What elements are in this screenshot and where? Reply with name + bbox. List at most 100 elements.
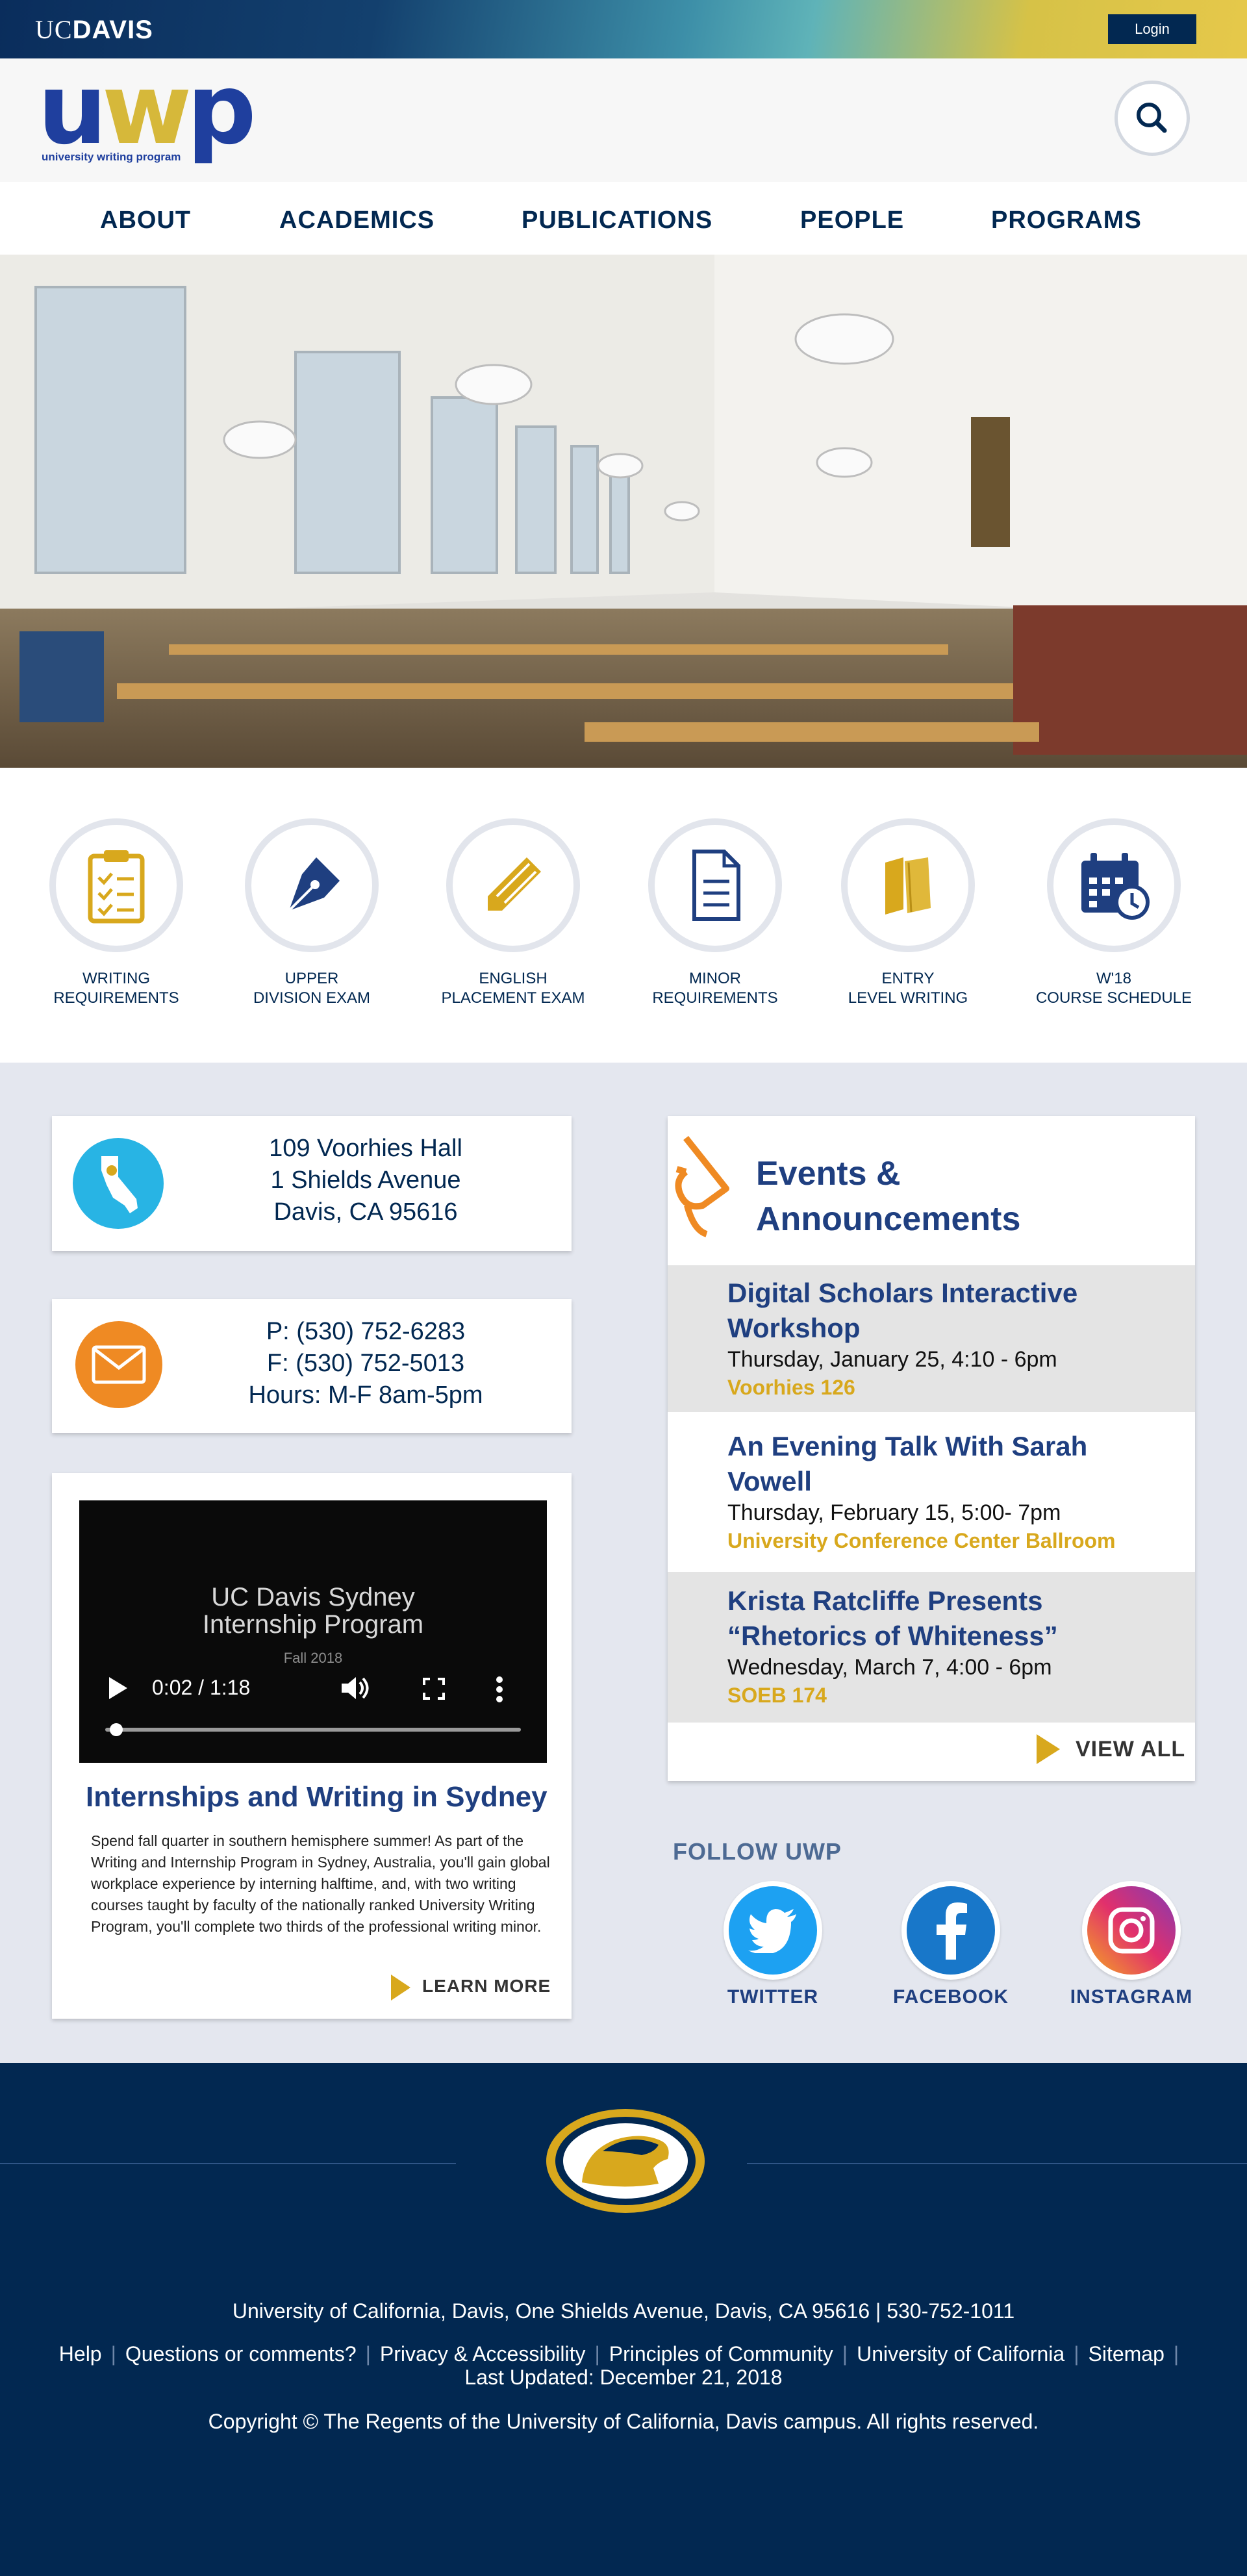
nav-item-publications[interactable]: PUBLICATIONS bbox=[522, 207, 712, 234]
clipboard-checklist-icon bbox=[88, 850, 145, 924]
footer-divider-right bbox=[747, 2163, 1247, 2164]
office-hours: Hours: M-F 8am-5pm bbox=[248, 1382, 483, 1409]
megaphone-icon bbox=[675, 1135, 729, 1237]
quick-link-label: MINOR REQUIREMENTS bbox=[652, 970, 778, 1007]
social-label: INSTAGRAM bbox=[1070, 1986, 1193, 2008]
quick-link-writing-requirements[interactable]: WRITING REQUIREMENTS bbox=[32, 818, 201, 1008]
search-button[interactable] bbox=[1115, 81, 1190, 156]
search-icon bbox=[1137, 103, 1167, 133]
phone-card: P: (530) 752-6283 F: (530) 752-5013 Hour… bbox=[52, 1299, 572, 1433]
events-card: Events & Announcements Digital Scholars … bbox=[668, 1116, 1195, 1781]
quick-link-upper-division-exam[interactable]: UPPER DIVISION EXAM bbox=[227, 818, 396, 1008]
event-item[interactable]: Krista Ratcliffe Presents “Rhetorics of … bbox=[668, 1572, 1195, 1723]
video-progress-handle[interactable] bbox=[109, 1723, 123, 1736]
footer-address: University of California, Davis, One Shi… bbox=[232, 2299, 1015, 2323]
arrow-right-icon[interactable] bbox=[1035, 1733, 1061, 1765]
footer-link-sitemap[interactable]: Sitemap bbox=[1089, 2342, 1165, 2366]
event-date: Thursday, February 15, 5:00- 7pm bbox=[727, 1500, 1061, 1525]
social-label: FACEBOOK bbox=[892, 1986, 1009, 2008]
arrow-right-icon[interactable] bbox=[390, 1973, 412, 2002]
logo-davis-text: DAVIS bbox=[72, 16, 153, 44]
volume-icon[interactable] bbox=[339, 1674, 372, 1702]
footer-last-updated: Last Updated: December 21, 2018 bbox=[464, 2366, 783, 2389]
address-line-3: Davis, CA 95616 bbox=[273, 1198, 458, 1226]
event-location: University Conference Center Ballroom bbox=[727, 1529, 1116, 1552]
uwp-logo[interactable]: uwp university writing program bbox=[38, 61, 257, 165]
video-subtitle: Fall 2018 bbox=[283, 1650, 343, 1666]
facebook-icon bbox=[937, 1902, 967, 1960]
footer-copyright: Copyright © The Regents of the Universit… bbox=[208, 2410, 1039, 2433]
quick-link-label: ENGLISH PLACEMENT EXAM bbox=[441, 970, 585, 1007]
footer-links: Help | Questions or comments? | Privacy & Ac… bbox=[58, 2342, 1179, 2366]
quick-link-minor-requirements[interactable]: MINOR REQUIREMENTS bbox=[631, 818, 800, 1008]
more-options-icon[interactable] bbox=[495, 1676, 504, 1703]
quick-link-course-schedule[interactable]: W'18 COURSE SCHEDULE bbox=[1029, 818, 1198, 1008]
fax-number: F: (530) 752-5013 bbox=[266, 1350, 465, 1377]
calendar-clock-icon bbox=[1081, 853, 1150, 920]
feature-body: Spend fall quarter in southern hemispher… bbox=[91, 1832, 550, 1935]
event-date: Wednesday, March 7, 4:00 - 6pm bbox=[727, 1655, 1052, 1680]
fullscreen-icon[interactable] bbox=[422, 1677, 446, 1700]
logo-letter-u: u bbox=[38, 53, 107, 166]
envelope-icon bbox=[75, 1321, 162, 1408]
site-branding: uwp university writing program bbox=[0, 58, 1247, 182]
quick-link-label: ENTRY LEVEL WRITING bbox=[848, 970, 968, 1007]
video-title: UC Davis Sydney Internship Program bbox=[202, 1583, 424, 1639]
feature-title[interactable]: Internships and Writing in Sydney bbox=[86, 1781, 548, 1813]
footer-link-principles[interactable]: Principles of Community bbox=[609, 2342, 833, 2366]
address-card: 109 Voorhies Hall 1 Shields Avenue Davis… bbox=[52, 1116, 572, 1251]
footer-divider-left bbox=[0, 2163, 456, 2164]
nav-item-programs[interactable]: PROGRAMS bbox=[991, 207, 1142, 234]
main-navigation: ABOUT ACADEMICS PUBLICATIONS PEOPLE PROG… bbox=[0, 182, 1247, 255]
twitter-icon bbox=[748, 1909, 796, 1953]
pencil-icon bbox=[488, 857, 541, 911]
quick-link-label: W'18 COURSE SCHEDULE bbox=[1035, 970, 1192, 1007]
event-title[interactable]: Digital Scholars Interactive Workshop bbox=[727, 1276, 1169, 1346]
quick-link-entry-level-writing[interactable]: ENTRY LEVEL WRITING bbox=[824, 818, 992, 1008]
nav-item-academics[interactable]: ACADEMICS bbox=[279, 207, 435, 234]
aggie-horse-logo[interactable] bbox=[544, 2106, 707, 2216]
footer-link-help[interactable]: Help bbox=[59, 2342, 102, 2366]
follow-heading: FOLLOW UWP bbox=[673, 1838, 842, 1865]
fountain-pen-icon bbox=[288, 857, 340, 912]
instagram-link[interactable]: INSTAGRAM bbox=[1066, 1881, 1196, 2008]
footer-link-privacy[interactable]: Privacy & Accessibility bbox=[380, 2342, 586, 2366]
event-title[interactable]: Krista Ratcliffe Presents “Rhetorics of … bbox=[727, 1584, 1169, 1654]
logo-uc-text: UC bbox=[35, 15, 73, 44]
learn-more-link[interactable]: LEARN MORE bbox=[422, 1976, 551, 1997]
event-item[interactable]: Digital Scholars Interactive Workshop Th… bbox=[668, 1265, 1195, 1412]
facebook-link[interactable]: FACEBOOK bbox=[886, 1881, 1016, 2008]
footer-link-uc[interactable]: University of California bbox=[857, 2342, 1064, 2366]
document-icon bbox=[692, 850, 740, 921]
quick-links: WRITING REQUIREMENTS UPPER DIVISION EXAM… bbox=[0, 768, 1247, 1063]
nav-item-people[interactable]: PEOPLE bbox=[800, 207, 904, 234]
event-location: Voorhies 126 bbox=[727, 1376, 855, 1399]
instagram-icon bbox=[1108, 1907, 1155, 1954]
phone-number[interactable]: P: (530) 752-6283 bbox=[173, 1316, 559, 1348]
events-heading: Events & Announcements bbox=[756, 1155, 1021, 1238]
address-line-1: 109 Voorhies Hall bbox=[269, 1135, 462, 1162]
twitter-link[interactable]: TWITTER bbox=[708, 1881, 838, 2008]
hero-library-image bbox=[0, 255, 1247, 768]
ucdavis-top-bar: UCDAVIS Login bbox=[0, 0, 1247, 58]
logo-subtitle: university writing program bbox=[42, 151, 181, 163]
logo-letter-p: p bbox=[186, 53, 256, 166]
view-all-link[interactable]: VIEW ALL bbox=[1076, 1737, 1185, 1762]
nav-item-about[interactable]: ABOUT bbox=[100, 207, 191, 234]
ucdavis-logo[interactable]: UCDAVIS bbox=[35, 14, 153, 45]
play-icon[interactable] bbox=[107, 1676, 129, 1700]
event-date: Thursday, January 25, 4:10 - 6pm bbox=[727, 1347, 1057, 1372]
event-item[interactable]: An Evening Talk With Sarah Vowell Thursd… bbox=[668, 1412, 1195, 1572]
video-player[interactable]: UC Davis Sydney Internship Program Fall … bbox=[79, 1500, 547, 1763]
social-label: TWITTER bbox=[727, 1986, 819, 2008]
event-location: SOEB 174 bbox=[727, 1684, 827, 1707]
event-title[interactable]: An Evening Talk With Sarah Vowell bbox=[727, 1429, 1169, 1499]
california-map-icon bbox=[73, 1138, 164, 1229]
footer-link-questions[interactable]: Questions or comments? bbox=[125, 2342, 357, 2366]
quick-link-english-placement-exam[interactable]: ENGLISH PLACEMENT EXAM bbox=[429, 818, 598, 1008]
video-progress-bar[interactable] bbox=[105, 1728, 521, 1732]
quick-link-label: WRITING REQUIREMENTS bbox=[53, 970, 179, 1007]
main-content: 109 Voorhies Hall 1 Shields Avenue Davis… bbox=[0, 1063, 1247, 2063]
quick-link-label: UPPER DIVISION EXAM bbox=[253, 970, 371, 1007]
login-button[interactable]: Login bbox=[1108, 14, 1196, 44]
